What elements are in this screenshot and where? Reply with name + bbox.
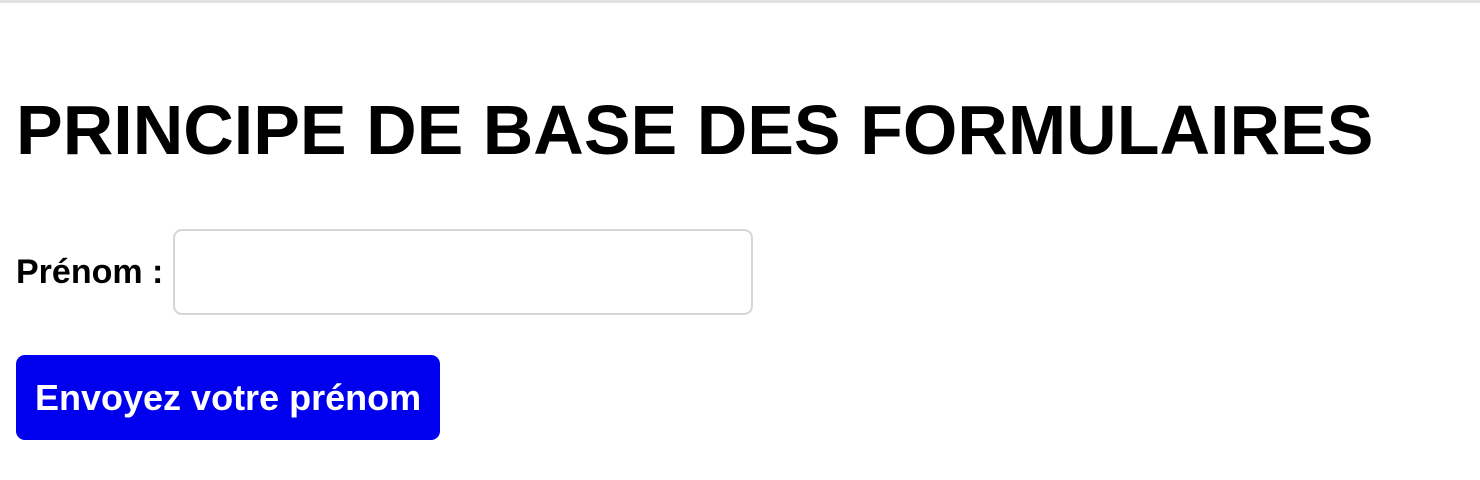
- submit-first-name-button[interactable]: Envoyez votre prénom: [16, 355, 441, 440]
- first-name-input[interactable]: [173, 229, 754, 315]
- page-title: PRINCIPE DE BASE DES FORMULAIRES: [16, 91, 1374, 169]
- top-divider: [0, 0, 1480, 3]
- first-name-label: Prénom :: [16, 253, 164, 291]
- first-name-row: Prénom :: [16, 227, 754, 317]
